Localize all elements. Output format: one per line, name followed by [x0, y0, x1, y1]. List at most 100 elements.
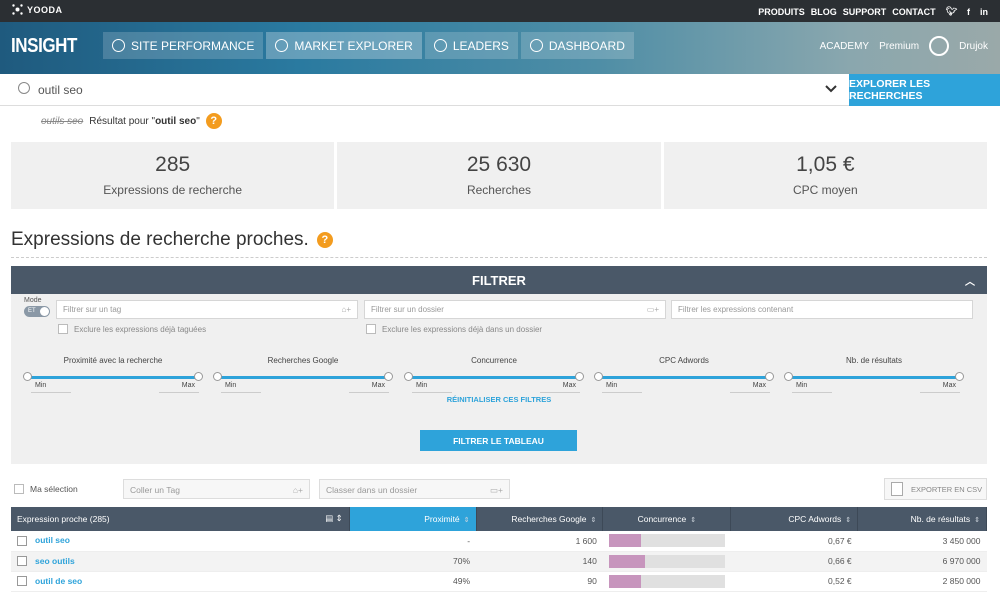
col-cpc[interactable]: CPC Adwords ⇕: [730, 507, 859, 531]
slider-max-handle[interactable]: [384, 372, 393, 381]
sort-icon[interactable]: ⇕: [464, 517, 470, 524]
col-google-searches[interactable]: Recherches Google ⇕: [476, 507, 604, 531]
searches-cell: 140: [476, 551, 603, 572]
sort-icon[interactable]: ⇕: [974, 517, 980, 524]
folder-filter-placeholder: Filtrer sur un dossier: [371, 305, 444, 314]
slider-min-handle[interactable]: [404, 372, 413, 381]
chevron-up-icon[interactable]: ︿: [965, 273, 975, 288]
row-checkbox[interactable]: [17, 556, 27, 567]
slider-proximity[interactable]: Proximité avec la recherche Min Max: [23, 356, 203, 396]
top-link-contact[interactable]: CONTACT: [892, 7, 935, 17]
slider-min-label: Min: [225, 382, 237, 389]
original-query[interactable]: outils seo: [41, 116, 83, 127]
brand-title[interactable]: INSIGHT: [11, 35, 77, 58]
slider-track[interactable]: [27, 376, 199, 379]
exclude-tagged-option[interactable]: Exclure les expressions déjà taguées: [58, 324, 206, 334]
slider-max-handle[interactable]: [955, 372, 964, 381]
help-icon[interactable]: ?: [205, 113, 222, 129]
select-all-checkbox[interactable]: [14, 484, 24, 494]
export-csv-button[interactable]: EXPORTER EN CSV: [884, 478, 987, 500]
slider-track[interactable]: [217, 376, 389, 379]
tag-add-icon[interactable]: ⌂+: [293, 485, 303, 495]
tag-filter-input[interactable]: Filtrer sur un tag ⌂+: [56, 300, 358, 319]
row-checkbox[interactable]: [17, 536, 27, 547]
slider-min-handle[interactable]: [594, 372, 603, 381]
contains-filter-input[interactable]: Filtrer les expressions contenant: [671, 300, 973, 319]
reset-filters-link[interactable]: RÉINITIALISER CES FILTRES: [11, 395, 987, 404]
slider-track[interactable]: [788, 376, 960, 379]
user-avatar-icon[interactable]: [929, 36, 950, 56]
top-link-support[interactable]: SUPPORT: [843, 7, 887, 17]
explore-searches-button[interactable]: EXPLORER LES RECHERCHES: [849, 74, 1000, 106]
export-csv-label: EXPORTER EN CSV: [911, 484, 983, 494]
top-link-produits[interactable]: PRODUITS: [758, 7, 805, 17]
folder-classify-input[interactable]: Classer dans un dossier ▭+: [319, 479, 510, 499]
academy-link[interactable]: ACADEMY: [820, 41, 869, 52]
nav-site-performance[interactable]: SITE PERFORMANCE: [103, 32, 264, 59]
slider-min-handle[interactable]: [213, 372, 222, 381]
col-proximity[interactable]: Proximité ⇕: [349, 507, 477, 531]
slider-min-line: [221, 392, 261, 393]
slider-min-handle[interactable]: [23, 372, 32, 381]
keyword-cell[interactable]: outil de seo: [11, 571, 350, 592]
slider-min-label: Min: [416, 382, 428, 389]
slider-competition[interactable]: Concurrence Min Max: [404, 356, 584, 396]
apply-filter-button[interactable]: FILTRER LE TABLEAU: [420, 430, 577, 451]
yooda-logo[interactable]: YOODA: [12, 4, 63, 15]
slider-min-handle[interactable]: [784, 372, 793, 381]
keyword-link[interactable]: outil de seo: [35, 576, 82, 586]
slider-google-searches[interactable]: Recherches Google Min Max: [213, 356, 393, 396]
clipboard-sort-icon[interactable]: ▤ ⇕: [325, 513, 343, 524]
nav-market-explorer[interactable]: MARKET EXPLORER: [266, 32, 422, 59]
my-selection[interactable]: Ma sélection: [14, 484, 78, 494]
sort-icon[interactable]: ⇕: [845, 517, 851, 524]
slider-track[interactable]: [598, 376, 770, 379]
folder-filter-input[interactable]: Filtrer sur un dossier ▭+: [364, 300, 666, 319]
filter-header[interactable]: FILTRER ︿: [11, 266, 987, 294]
premium-link[interactable]: Premium: [879, 41, 919, 52]
user-name[interactable]: Drujok: [959, 41, 988, 52]
slider-cpc-adwords[interactable]: CPC Adwords Min Max: [594, 356, 774, 396]
col-competition[interactable]: Concurrence ⇕: [602, 507, 732, 531]
col-expression-label: Expression proche (285): [17, 514, 110, 524]
result-prefix: Résultat pour ": [89, 115, 156, 127]
tag-add-icon[interactable]: ⌂+: [341, 305, 351, 314]
twitter-icon[interactable]: 🐦︎: [946, 6, 957, 17]
keyword-link[interactable]: seo outils: [35, 556, 75, 566]
mode-toggle[interactable]: ET: [24, 306, 50, 317]
col-results[interactable]: Nb. de résultats ⇕: [857, 507, 987, 531]
top-link-blog[interactable]: BLOG: [811, 7, 837, 17]
proximity-cell: 49%: [349, 571, 477, 592]
chevron-down-icon[interactable]: [824, 82, 838, 96]
stat-value: 1,05 €: [796, 153, 855, 176]
nav-dashboard[interactable]: DASHBOARD: [520, 32, 634, 59]
table-toolbar: Ma sélection Coller un Tag ⌂+ Classer dan…: [11, 478, 987, 500]
sort-icon[interactable]: ⇕: [690, 517, 696, 524]
paste-tag-input[interactable]: Coller un Tag ⌂+: [123, 479, 310, 499]
search-input[interactable]: [38, 80, 798, 100]
nav-leaders[interactable]: LEADERS: [424, 32, 518, 59]
exclude-tagged-checkbox[interactable]: [58, 324, 68, 334]
slider-max-line: [920, 392, 960, 393]
exclude-folder-option[interactable]: Exclure les expressions déjà dans un dos…: [366, 324, 542, 334]
mode-value: ET: [28, 308, 36, 314]
slider-max-line: [159, 392, 199, 393]
linkedin-icon[interactable]: in: [980, 7, 988, 17]
keyword-cell[interactable]: seo outils: [11, 551, 350, 572]
folder-add-icon[interactable]: ▭+: [490, 485, 503, 496]
slider-max-handle[interactable]: [575, 372, 584, 381]
keyword-cell[interactable]: outil seo: [11, 531, 350, 552]
col-expression[interactable]: Expression proche (285) ▤ ⇕: [11, 507, 350, 531]
sort-icon[interactable]: ⇕: [590, 517, 596, 524]
slider-result-count[interactable]: Nb. de résultats Min Max: [784, 356, 964, 396]
slider-max-handle[interactable]: [194, 372, 203, 381]
row-checkbox[interactable]: [17, 576, 27, 587]
folder-add-icon[interactable]: ▭+: [647, 305, 659, 314]
slider-track[interactable]: [408, 376, 580, 379]
keyword-link[interactable]: outil seo: [35, 535, 70, 545]
help-icon[interactable]: ?: [316, 232, 333, 248]
slider-max-handle[interactable]: [765, 372, 774, 381]
facebook-icon[interactable]: f: [967, 7, 970, 17]
exclude-folder-checkbox[interactable]: [366, 324, 376, 334]
slider-max-line: [540, 392, 580, 393]
